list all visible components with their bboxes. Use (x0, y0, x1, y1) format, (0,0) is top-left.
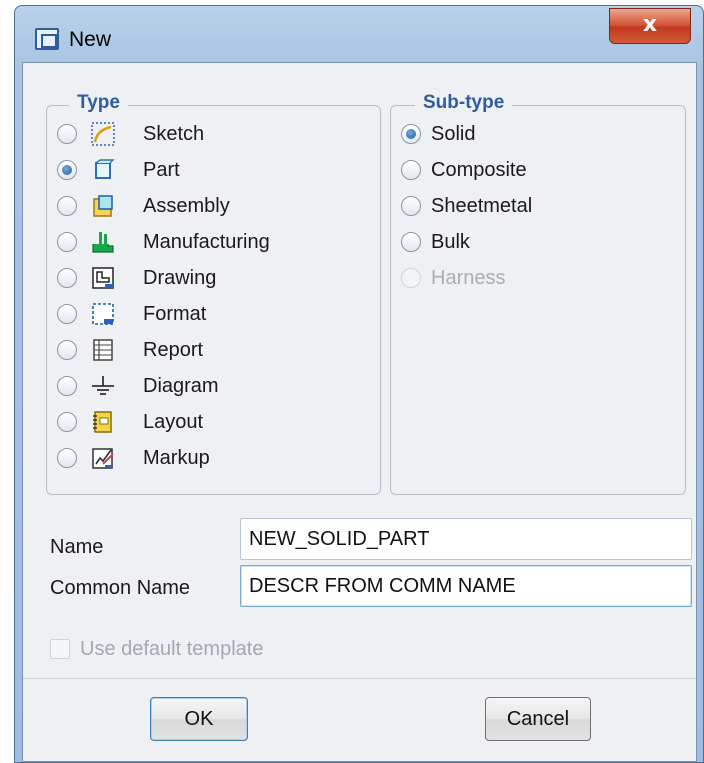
subtype-label: Composite (431, 158, 527, 181)
subtype-option-sheetmetal[interactable]: Sheetmetal (401, 191, 532, 221)
type-option-format[interactable]: Format (57, 299, 206, 329)
type-label: Assembly (143, 194, 230, 217)
type-option-assembly[interactable]: Assembly (57, 191, 230, 221)
type-radio[interactable] (57, 376, 77, 396)
common-name-input[interactable] (240, 565, 692, 607)
subtype-label: Solid (431, 122, 476, 145)
part-icon (91, 158, 115, 182)
subtype-label: Sheetmetal (431, 194, 533, 217)
type-option-diagram[interactable]: Diagram (57, 371, 219, 401)
type-label: Format (143, 302, 207, 325)
type-label: Report (143, 338, 204, 361)
subtype-option-composite[interactable]: Composite (401, 155, 527, 185)
type-option-report[interactable]: Report (57, 335, 203, 365)
type-option-markup[interactable]: Markup (57, 443, 210, 473)
subtype-radio[interactable] (401, 196, 421, 216)
report-icon (91, 338, 115, 362)
type-radio[interactable] (57, 160, 77, 180)
type-label: Manufacturing (143, 230, 270, 253)
subtype-radio[interactable] (401, 124, 421, 144)
type-option-layout[interactable]: Layout (57, 407, 203, 437)
type-option-manufacturing[interactable]: Manufacturing (57, 227, 270, 257)
subtype-option-solid[interactable]: Solid (401, 119, 475, 149)
subtype-radio[interactable] (401, 160, 421, 180)
dialog-body: Type Sketch Part Assembly Manufacturing … (22, 62, 697, 762)
markup-icon (91, 446, 115, 470)
cancel-button[interactable]: Cancel (485, 697, 591, 741)
use-default-template-label: Use default template (80, 637, 264, 660)
type-label: Sketch (143, 122, 205, 145)
common-name-label: Common Name (50, 577, 191, 599)
subtype-radio[interactable] (401, 232, 421, 252)
subtype-option-harness: Harness (401, 263, 505, 293)
subtype-group-legend: Sub-type (415, 92, 513, 114)
ok-button[interactable]: OK (150, 697, 248, 741)
assembly-icon (91, 194, 115, 218)
type-radio[interactable] (57, 268, 77, 288)
type-radio[interactable] (57, 196, 77, 216)
drawing-icon (91, 266, 115, 290)
name-input[interactable] (240, 518, 692, 560)
title-bar[interactable]: New x (15, 6, 703, 68)
dialog-window: New x Type Sketch Part Assembly Manufact… (14, 5, 704, 763)
format-icon (91, 302, 115, 326)
subtype-radio (401, 268, 421, 288)
type-radio[interactable] (57, 448, 77, 468)
type-option-drawing[interactable]: Drawing (57, 263, 216, 293)
type-radio[interactable] (57, 232, 77, 252)
type-label: Drawing (143, 266, 217, 289)
type-radio[interactable] (57, 340, 77, 360)
diagram-icon (91, 374, 115, 398)
type-radio[interactable] (57, 304, 77, 324)
name-label: Name (50, 536, 104, 558)
type-radio[interactable] (57, 124, 77, 144)
type-option-sketch[interactable]: Sketch (57, 119, 204, 149)
use-default-template-checkbox (50, 639, 70, 659)
type-group-legend: Type (69, 92, 128, 114)
type-group: Type Sketch Part Assembly Manufacturing … (46, 92, 381, 495)
window-icon (35, 28, 59, 50)
subtype-label: Bulk (431, 230, 470, 253)
subtype-option-bulk[interactable]: Bulk (401, 227, 470, 257)
type-radio[interactable] (57, 412, 77, 432)
layout-icon (91, 410, 115, 434)
button-separator (23, 678, 696, 679)
type-label: Layout (143, 410, 204, 433)
use-default-template-option: Use default template (50, 636, 263, 662)
subtype-label: Harness (431, 266, 506, 289)
subtype-group: Sub-type Solid Composite Sheetmetal Bulk… (390, 92, 686, 495)
type-option-part[interactable]: Part (57, 155, 180, 185)
type-label: Part (143, 158, 180, 181)
close-button[interactable]: x (609, 8, 691, 44)
type-label: Diagram (143, 374, 219, 397)
type-label: Markup (143, 446, 210, 469)
sketch-icon (91, 122, 115, 146)
manufacturing-icon (91, 230, 115, 254)
window-title: New (69, 28, 112, 51)
